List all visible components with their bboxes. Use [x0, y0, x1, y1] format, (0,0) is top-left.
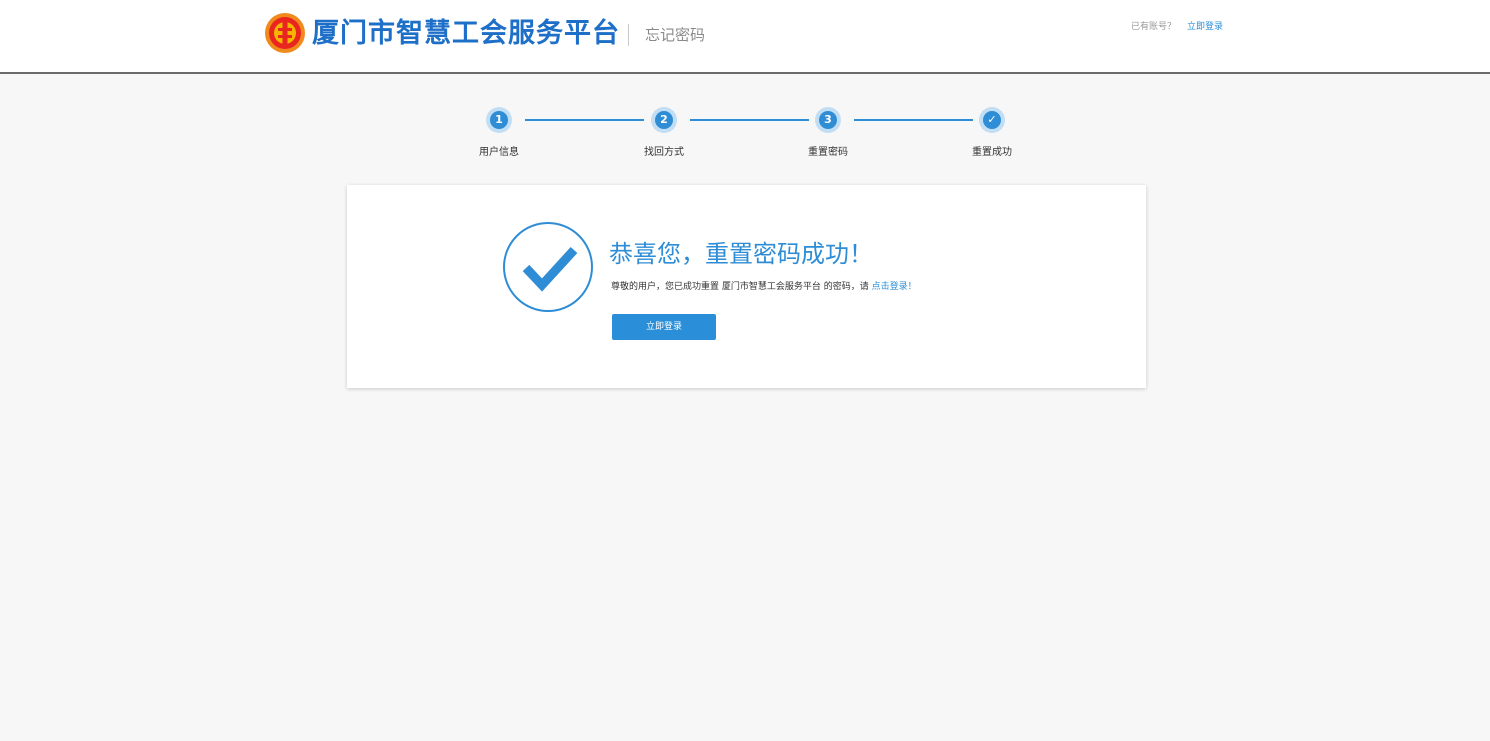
step-1-circle: 1: [486, 107, 512, 133]
step-number-icon: 2: [655, 111, 673, 129]
header-login-link[interactable]: 立即登录: [1187, 20, 1223, 34]
success-message: 尊敬的用户，您已成功重置 厦门市智慧工会服务平台 的密码，请 点击登录！: [611, 280, 917, 294]
success-title: 恭喜您，重置密码成功！: [609, 240, 873, 268]
step-label-recovery-method: 找回方式: [644, 147, 684, 158]
header-bar: 厦门市智慧工会服务平台 忘记密码 已有账号？ 立即登录: [0, 0, 1490, 74]
step-label-user-info: 用户信息: [479, 147, 519, 158]
account-prompt: 已有账号？: [1131, 22, 1177, 32]
step-number-icon: 1: [490, 111, 508, 129]
check-icon: ✓: [983, 111, 1001, 129]
login-now-button[interactable]: 立即登录: [612, 314, 716, 340]
title-divider: [628, 24, 629, 46]
trade-union-emblem-icon: [265, 13, 305, 53]
page-subtitle: 忘记密码: [645, 26, 706, 44]
step-4-circle: ✓: [979, 107, 1005, 133]
site-title: 厦门市智慧工会服务平台: [312, 18, 620, 49]
success-check-circle-icon: [503, 222, 593, 312]
step-2-circle: 2: [651, 107, 677, 133]
step-connector: [690, 119, 809, 121]
step-3-circle: 3: [815, 107, 841, 133]
message-middle: 的密码，请: [820, 282, 872, 292]
step-number-icon: 3: [819, 111, 837, 129]
result-card: 恭喜您，重置密码成功！ 尊敬的用户，您已成功重置 厦门市智慧工会服务平台 的密码…: [347, 185, 1146, 388]
step-label-reset-success: 重置成功: [972, 147, 1012, 158]
message-prefix: 尊敬的用户，您已成功重置: [611, 282, 722, 292]
step-connector: [525, 119, 644, 121]
step-label-reset-password: 重置密码: [808, 147, 848, 158]
platform-name: 厦门市智慧工会服务平台: [721, 282, 821, 292]
step-connector: [854, 119, 973, 121]
click-login-link[interactable]: 点击登录！: [872, 282, 917, 292]
